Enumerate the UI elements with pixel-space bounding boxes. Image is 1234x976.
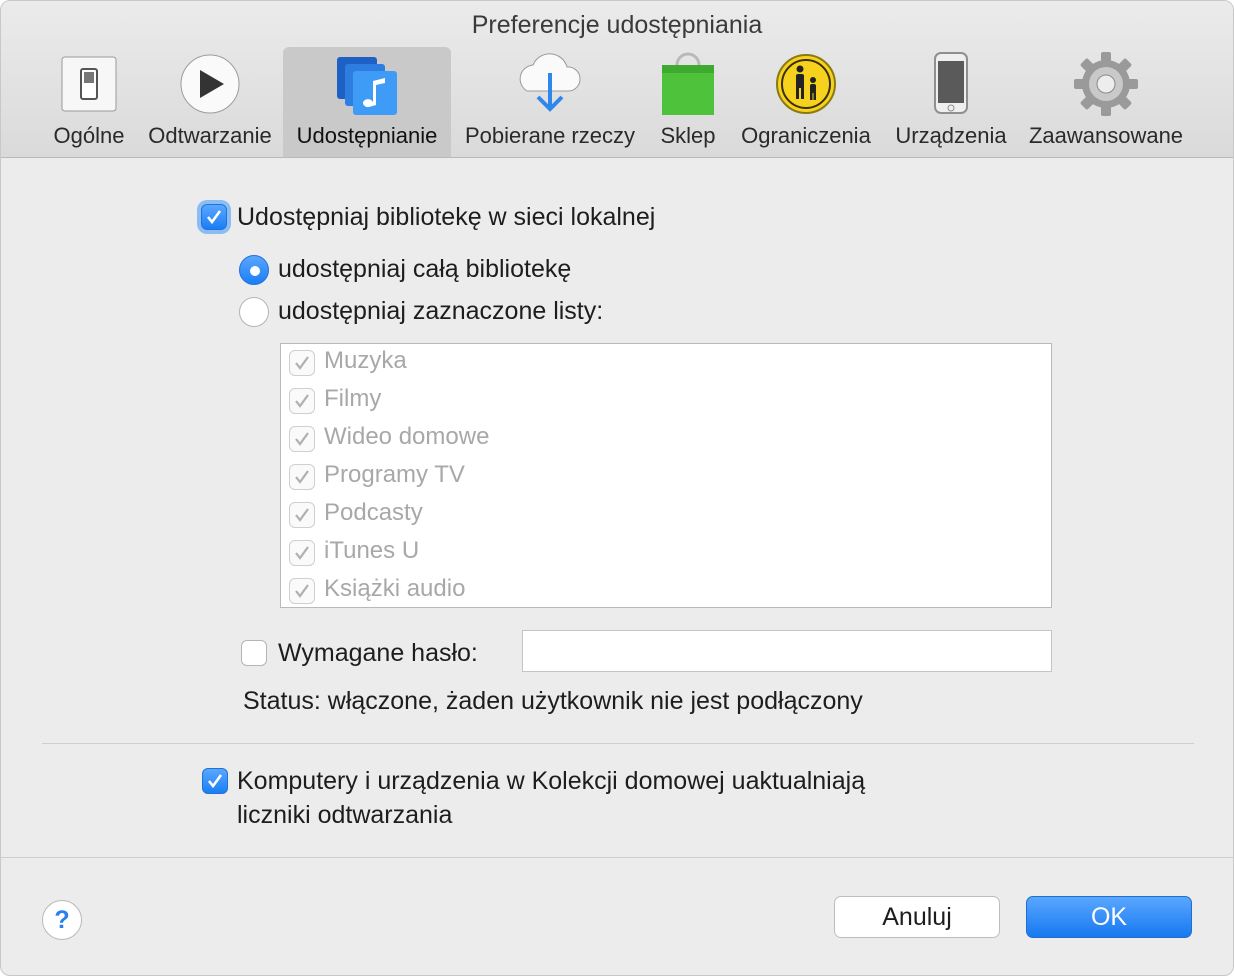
checkmark-icon — [295, 432, 309, 446]
window-title: Preferencje udostępniania — [471, 11, 763, 39]
playlist-label: iTunes U — [324, 537, 420, 564]
password-field[interactable] — [522, 630, 1052, 672]
share-all-radio[interactable] — [239, 255, 269, 285]
iphone-icon — [889, 47, 1013, 121]
playlist-label: Muzyka — [324, 347, 407, 374]
sharing-pane: Udostępniaj bibliotekę w sieci lokalnej … — [1, 159, 1233, 857]
share-library-label: Udostępniaj bibliotekę w sieci lokalnej — [237, 203, 656, 231]
ok-button[interactable]: OK — [1026, 896, 1192, 938]
require-password-label: Wymagane hasło: — [278, 639, 478, 667]
tab-sharing[interactable]: Udostępnianie — [283, 47, 451, 157]
playlist-checkbox — [289, 502, 315, 528]
share-library-checkbox[interactable] — [201, 204, 227, 230]
playlist-label: Filmy — [324, 385, 382, 412]
share-selected-label: udostępniaj zaznaczone listy: — [278, 297, 604, 325]
tab-label: Odtwarzanie — [148, 123, 272, 148]
play-icon — [141, 47, 279, 121]
tab-restrictions[interactable]: Ograniczenia — [733, 47, 879, 157]
playlist-checkbox — [289, 388, 315, 414]
list-item: Programy TV — [287, 459, 987, 497]
share-selected-radio[interactable] — [239, 297, 269, 327]
checkmark-icon — [295, 394, 309, 408]
list-item: Muzyka — [287, 345, 987, 383]
music-stack-icon — [283, 47, 451, 121]
checkmark-icon — [295, 546, 309, 560]
playlist-list: Muzyka Filmy Wideo domowe Programy TV Po… — [280, 343, 1052, 608]
share-all-label: udostępniaj całą bibliotekę — [278, 255, 572, 283]
checkmark-icon — [295, 356, 309, 370]
shopping-bag-icon — [653, 47, 723, 121]
require-password-checkbox[interactable] — [241, 640, 267, 666]
tab-label: Ogólne — [53, 123, 125, 148]
checkmark-icon — [295, 584, 309, 598]
tab-downloads[interactable]: Pobierane rzeczy — [457, 47, 643, 157]
playlist-label: Podcasty — [324, 499, 423, 526]
help-button[interactable]: ? — [42, 900, 82, 940]
tab-store[interactable]: Sklep — [653, 47, 723, 157]
playlist-checkbox — [289, 464, 315, 490]
toolbar: Preferencje udostępniania Ogólne Odtwarz… — [1, 1, 1233, 158]
tab-advanced[interactable]: Zaawansowane — [1023, 47, 1189, 157]
checkmark-icon — [295, 508, 309, 522]
list-item: Podcasty — [287, 497, 987, 535]
tab-label: Urządzenia — [895, 123, 1007, 148]
playlist-label: Wideo domowe — [324, 423, 490, 450]
gear-icon — [1023, 47, 1189, 121]
cancel-button[interactable]: Anuluj — [834, 896, 1000, 938]
switch-icon — [47, 47, 131, 121]
list-item: Wideo domowe — [287, 421, 987, 459]
tab-label: Zaawansowane — [1028, 123, 1184, 148]
tab-general[interactable]: Ogólne — [47, 47, 131, 157]
playlist-checkbox — [289, 540, 315, 566]
tab-playback[interactable]: Odtwarzanie — [141, 47, 279, 157]
sharing-status: Status: włączone, żaden użytkownik nie j… — [243, 687, 863, 715]
preferences-window: Preferencje udostępniania Ogólne Odtwarz… — [0, 0, 1234, 976]
tab-devices[interactable]: Urządzenia — [889, 47, 1013, 157]
home-sharing-label-line1: Komputery i urządzenia w Kolekcji domowe… — [237, 767, 866, 795]
divider — [42, 743, 1194, 744]
list-item: Filmy — [287, 383, 987, 421]
checkmark-icon — [206, 210, 222, 225]
playlist-checkbox — [289, 578, 315, 604]
playlist-checkbox — [289, 426, 315, 452]
tab-label: Ograniczenia — [741, 123, 871, 148]
cloud-download-icon — [457, 47, 643, 121]
home-sharing-label-line2: liczniki odtwarzania — [237, 801, 453, 829]
list-item: iTunes U — [287, 535, 987, 573]
tab-label: Udostępnianie — [296, 123, 438, 148]
home-sharing-play-count-checkbox[interactable] — [202, 768, 228, 794]
parental-controls-icon — [733, 47, 879, 121]
footer: ? Anuluj OK — [1, 857, 1233, 975]
tab-label: Pobierane rzeczy — [465, 123, 635, 148]
list-item: Książki audio — [287, 573, 987, 611]
checkmark-icon — [295, 470, 309, 484]
playlist-label: Książki audio — [324, 575, 466, 602]
playlist-label: Programy TV — [324, 461, 465, 488]
tab-label: Sklep — [660, 123, 716, 148]
checkmark-icon — [207, 774, 223, 789]
playlist-checkbox — [289, 350, 315, 376]
